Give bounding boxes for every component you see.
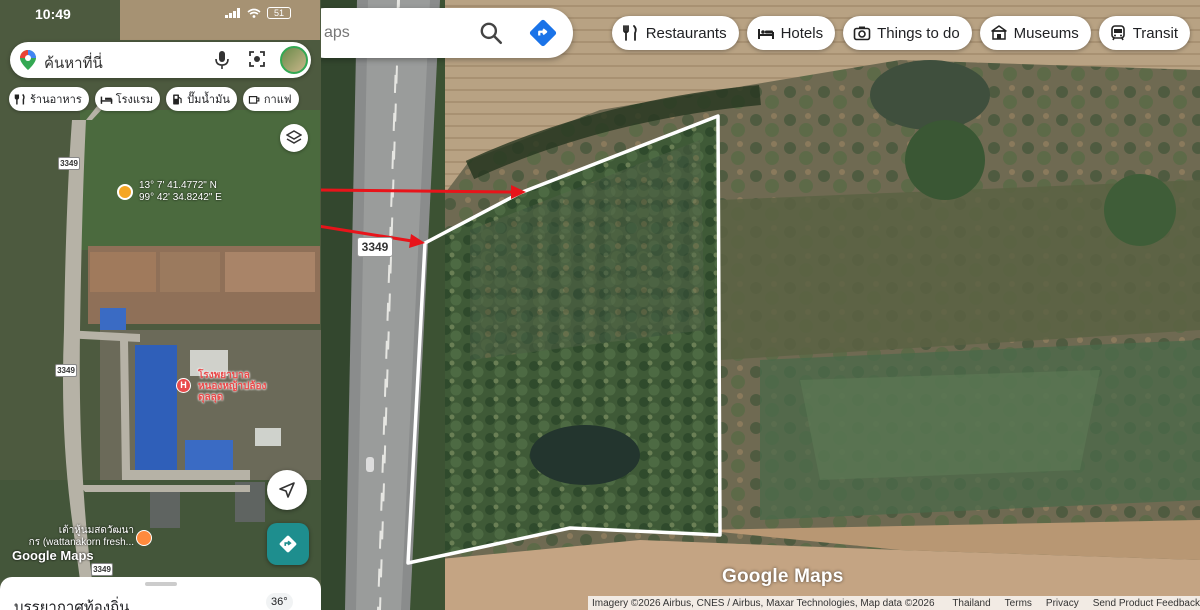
imagery-credit: Imagery ©2026 Airbus, CNES / Airbus, Max…: [592, 597, 935, 609]
chip-label: Museums: [1013, 24, 1079, 42]
sheet-handle[interactable]: [145, 582, 177, 586]
hotel-icon: [757, 29, 774, 39]
hospital-label[interactable]: โรงพยาบาล หนองหญ้าปล้อง ดุลลุด: [198, 370, 266, 403]
feedback-link[interactable]: Send Product Feedback: [1093, 598, 1200, 609]
search-box[interactable]: aps: [300, 8, 573, 58]
mchip-label: โรงแรม: [115, 94, 154, 106]
avatar[interactable]: [280, 46, 308, 74]
museum-icon: [990, 25, 1007, 40]
shop-label[interactable]: เต้าหู้นมสดวัฒนา กร (wattanakorn fresh..…: [16, 525, 134, 549]
bottom-sheet[interactable]: บรรยากาศท้องถิ่น 36°: [0, 577, 321, 610]
restaurant-icon: [14, 93, 25, 105]
signal-icon: [225, 8, 240, 18]
navigation-arrow-icon: [279, 482, 295, 498]
chip-label: Hotels: [780, 24, 824, 42]
mchip-label: ปั๊มน้ำมัน: [187, 94, 230, 106]
gas-icon: [173, 93, 182, 105]
chip-restaurants[interactable]: Restaurants: [611, 16, 739, 50]
hotel-icon: [100, 96, 113, 104]
lens-icon[interactable]: [248, 50, 266, 68]
google-maps-pin-icon: [20, 50, 36, 70]
coordinate-label: 13° 7' 41.4772" N 99° 42' 34.8242" E: [139, 180, 222, 204]
restaurant-icon: [622, 25, 637, 41]
mchip-coffee[interactable]: กาแฟ: [242, 87, 299, 111]
chip-label: Restaurants: [645, 24, 727, 42]
route-shield-3349: 3349: [357, 237, 393, 257]
mobile-map-screenshot: 10:49 51 ค้นหาที่นี่ ร้านอาหาร โรงแรม ปั…: [0, 0, 321, 610]
my-location-button[interactable]: [267, 470, 307, 510]
directions-icon[interactable]: [528, 18, 558, 48]
coffee-icon: [248, 95, 260, 104]
mchip-label: ร้านอาหาร: [30, 94, 82, 106]
chip-label: Transit: [1132, 24, 1178, 42]
shop-pin-icon[interactable]: [136, 530, 152, 546]
camera-icon: [853, 26, 871, 41]
dropped-pin-icon[interactable]: [117, 184, 133, 200]
weather-badge: 36°: [266, 593, 293, 610]
mobile-search-bar[interactable]: ค้นหาที่นี่: [10, 42, 311, 78]
mchip-gas[interactable]: ปั๊มน้ำมัน: [166, 87, 237, 111]
route-shield: 3349: [55, 364, 77, 377]
longitude: 99° 42' 34.8242" E: [139, 192, 222, 203]
latitude: 13° 7' 41.4772" N: [139, 180, 217, 191]
mobile-search-placeholder: ค้นหาที่นี่: [44, 55, 103, 72]
hospital-pin-icon[interactable]: H: [176, 378, 191, 393]
mchip-restaurants[interactable]: ร้านอาหาร: [9, 87, 89, 111]
mobile-google-maps-logo: Google Maps: [12, 548, 94, 563]
transit-icon: [1110, 25, 1125, 41]
mobile-category-chips: ร้านอาหาร โรงแรม ปั๊มน้ำมัน กาแฟ: [9, 87, 299, 111]
terms-link[interactable]: Terms: [1005, 598, 1032, 609]
attribution-bar: Imagery ©2026 Airbus, CNES / Airbus, Max…: [588, 596, 1200, 610]
wifi-icon: [247, 8, 261, 18]
route-shield: 3349: [91, 563, 113, 576]
sheet-title: บรรยากาศท้องถิ่น: [14, 599, 130, 610]
layers-button[interactable]: [280, 124, 308, 152]
screenshot-composite: 3349 aps Restaurants Hotels Things to do…: [0, 0, 1200, 610]
chip-label: Things to do: [877, 24, 960, 42]
mic-icon[interactable]: [215, 51, 229, 69]
status-bar: 10:49 51: [0, 0, 321, 28]
directions-icon: [279, 535, 297, 553]
route-shield: 3349: [58, 157, 80, 170]
status-time: 10:49: [35, 6, 71, 22]
chip-transit[interactable]: Transit: [1098, 16, 1190, 50]
search-icon[interactable]: [478, 20, 504, 46]
search-placeholder: aps: [324, 24, 350, 41]
layers-icon: [286, 130, 302, 144]
directions-button[interactable]: [267, 523, 309, 565]
chip-things-to-do[interactable]: Things to do: [843, 16, 972, 50]
battery-icon: 51: [267, 7, 291, 19]
country-link[interactable]: Thailand: [952, 598, 990, 609]
privacy-link[interactable]: Privacy: [1046, 598, 1079, 609]
chip-hotels[interactable]: Hotels: [746, 16, 836, 50]
category-chips: Restaurants Hotels Things to do Museums …: [611, 16, 1190, 50]
google-maps-logo: Google Maps: [722, 566, 844, 587]
mchip-hotels[interactable]: โรงแรม: [94, 87, 161, 111]
chip-museums[interactable]: Museums: [979, 16, 1091, 50]
mchip-label: กาแฟ: [263, 94, 292, 106]
